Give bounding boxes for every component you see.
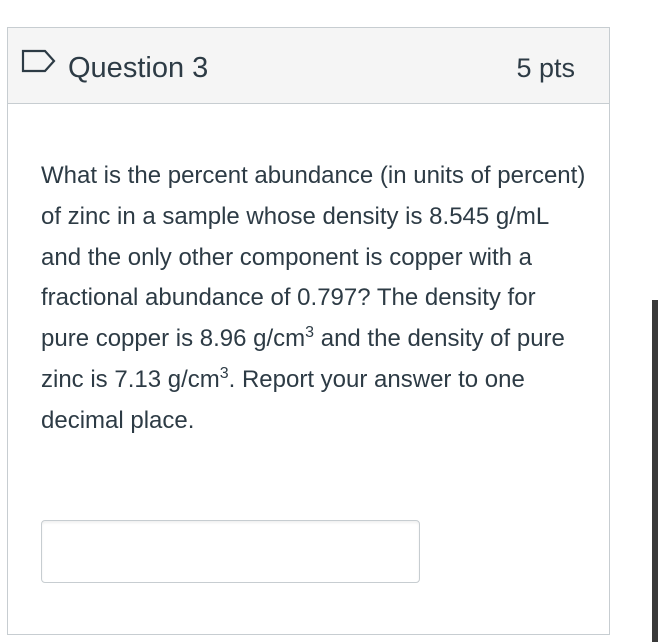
question-points: 5 pts	[516, 53, 575, 83]
question-text: What is the percent abundance (in units …	[41, 156, 589, 442]
window-edge	[646, 0, 658, 642]
superscript-exponent: 3	[305, 324, 315, 342]
question-title: Question 3	[68, 52, 209, 84]
scrollbar[interactable]	[652, 300, 658, 642]
question-card: Question 3 5 pts What is the percent abu…	[7, 27, 610, 635]
flag-outline-icon[interactable]	[21, 49, 57, 73]
question-header: Question 3 5 pts	[8, 28, 609, 104]
superscript-exponent: 3	[219, 364, 229, 382]
answer-input[interactable]	[41, 520, 420, 583]
